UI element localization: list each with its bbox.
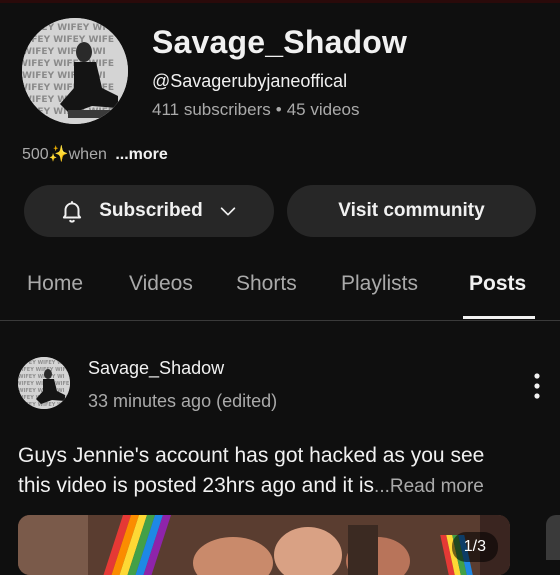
post-image (18, 515, 510, 575)
sparkle-icon: ✨ (48, 146, 69, 163)
description-text: when (68, 146, 107, 163)
stats-separator: • (275, 100, 282, 119)
post-image-carousel[interactable]: 1/3 (18, 515, 510, 575)
channel-avatar[interactable]: WIFEY WIFEY WI WIFEY WIFEY WIFE WIFEY WI… (22, 18, 128, 124)
subscribed-label: Subscribed (99, 200, 203, 221)
channel-tabs: Home Videos Shorts Playlists Posts (0, 262, 560, 320)
channel-description[interactable]: 500✨when ...more (22, 144, 168, 164)
description-more-link[interactable]: ...more (115, 146, 167, 163)
visit-community-button[interactable]: Visit community (287, 185, 536, 237)
channel-handle: @Savagerubyjaneoffical (152, 71, 348, 91)
svg-text:WIFEY WIFEY WI: WIFEY WIFEY WI (22, 23, 106, 33)
svg-text:WIFEY WIFEY WI: WIFEY WIFEY WI (18, 360, 65, 366)
tab-videos[interactable]: Videos (129, 272, 193, 296)
post-author-avatar[interactable]: WIFEY WIFEY WI WIFEY WIFEY WIFE WIFEY WI… (18, 357, 70, 409)
tab-home[interactable]: Home (27, 272, 83, 296)
next-image-peek[interactable] (546, 515, 560, 560)
active-tab-indicator (463, 316, 535, 319)
channel-stats: 411 subscribers • 45 videos (152, 100, 359, 120)
post-body: Guys Jennie's account has got hacked as … (18, 441, 543, 502)
description-prefix: 500 (22, 146, 49, 163)
svg-text:WIFEY WIFEY WIFE: WIFEY WIFEY WIFE (22, 35, 114, 45)
svg-text:WIFEY WIFEY WI: WIFEY WIFEY WI (18, 374, 65, 380)
image-counter-badge: 1/3 (451, 532, 498, 562)
tab-posts[interactable]: Posts (469, 272, 526, 296)
tab-playlists[interactable]: Playlists (341, 272, 418, 296)
bell-icon (63, 201, 82, 223)
post-text-line1: Guys Jennie's account has got hacked as … (18, 444, 485, 467)
svg-text:WIFEY WIFEY WI: WIFEY WIFEY WI (22, 47, 106, 57)
video-count: 45 videos (286, 100, 360, 119)
svg-text:WIFEY WIFEY WIFE: WIFEY WIFEY WIFE (22, 59, 114, 69)
subscribed-button[interactable]: Subscribed (24, 185, 274, 237)
visit-community-label: Visit community (338, 200, 485, 221)
post-text-line2: this video is posted 23hrs ago and it is (18, 474, 375, 497)
subscriber-count: 411 subscribers (152, 100, 271, 119)
more-vert-icon[interactable] (528, 370, 546, 402)
post-timestamp: 33 minutes ago (edited) (88, 391, 278, 411)
svg-text:WIFEY WIFEY WIFE: WIFEY WIFEY WIFE (18, 367, 70, 373)
channel-name: Savage_Shadow (152, 24, 408, 60)
tabs-divider (0, 320, 560, 321)
top-edge (0, 0, 560, 3)
read-more-link[interactable]: ...Read more (374, 476, 484, 497)
post-author-name[interactable]: Savage_Shadow (88, 358, 224, 379)
tab-shorts[interactable]: Shorts (236, 272, 297, 296)
chevron-down-icon (220, 207, 235, 216)
